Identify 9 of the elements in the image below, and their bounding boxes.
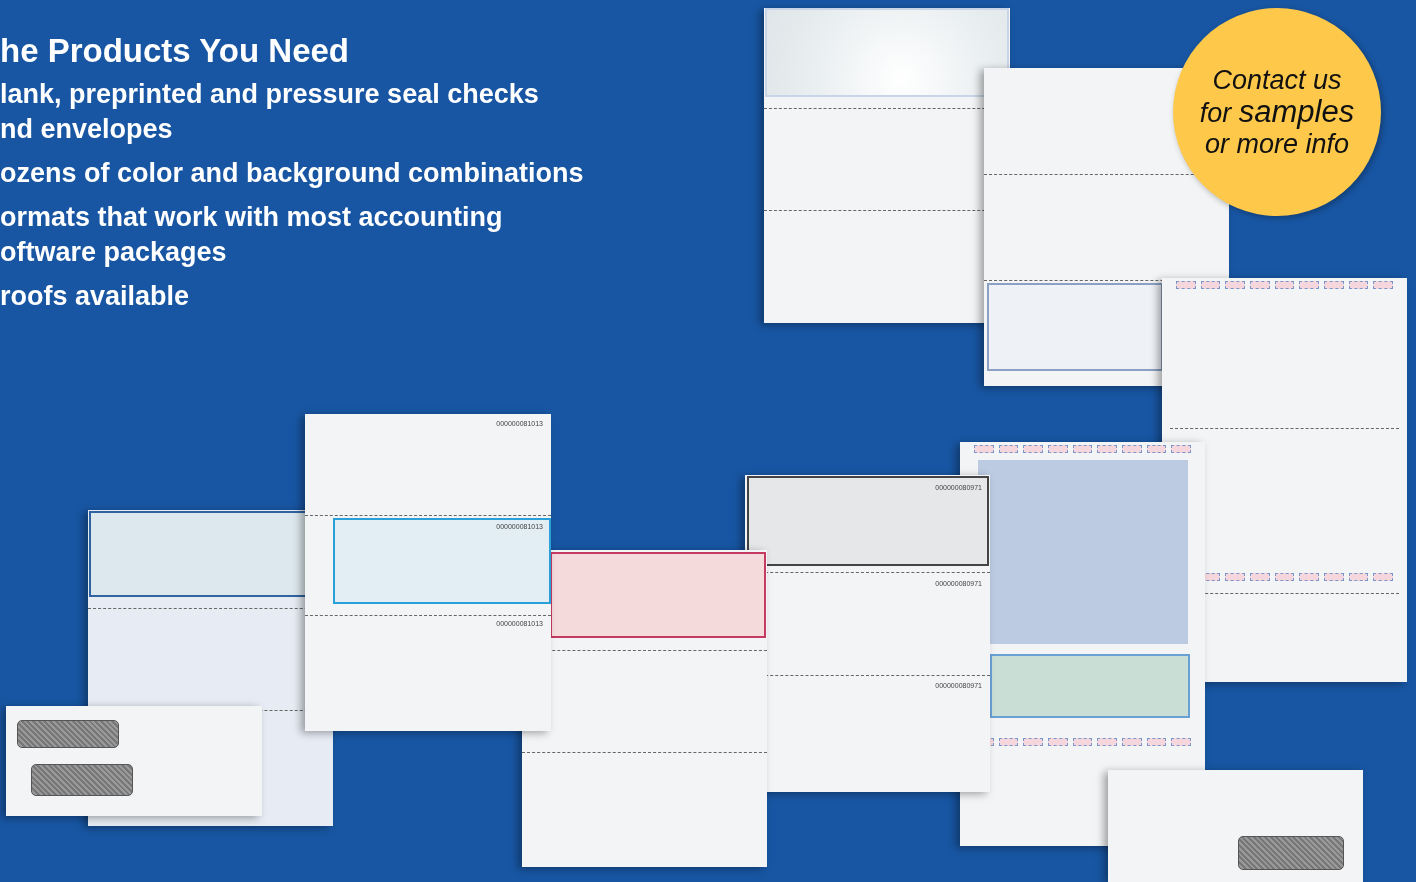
feature-text: ozens of color and background combinations bbox=[0, 157, 584, 190]
callout-text: for samples bbox=[1199, 95, 1355, 129]
contact-callout[interactable]: Contact us for samples or more info bbox=[1173, 8, 1381, 216]
feature-text: ormats that work with most accounting oftware packages bbox=[0, 201, 504, 269]
callout-text: or more info bbox=[1204, 128, 1350, 160]
feature-text: lank, preprinted and pressure seal checks nd envelopes bbox=[0, 78, 540, 146]
section-heading: he Products You Need bbox=[0, 32, 350, 70]
feature-text: roofs available bbox=[0, 280, 191, 313]
callout-text: Contact us bbox=[1212, 64, 1342, 96]
